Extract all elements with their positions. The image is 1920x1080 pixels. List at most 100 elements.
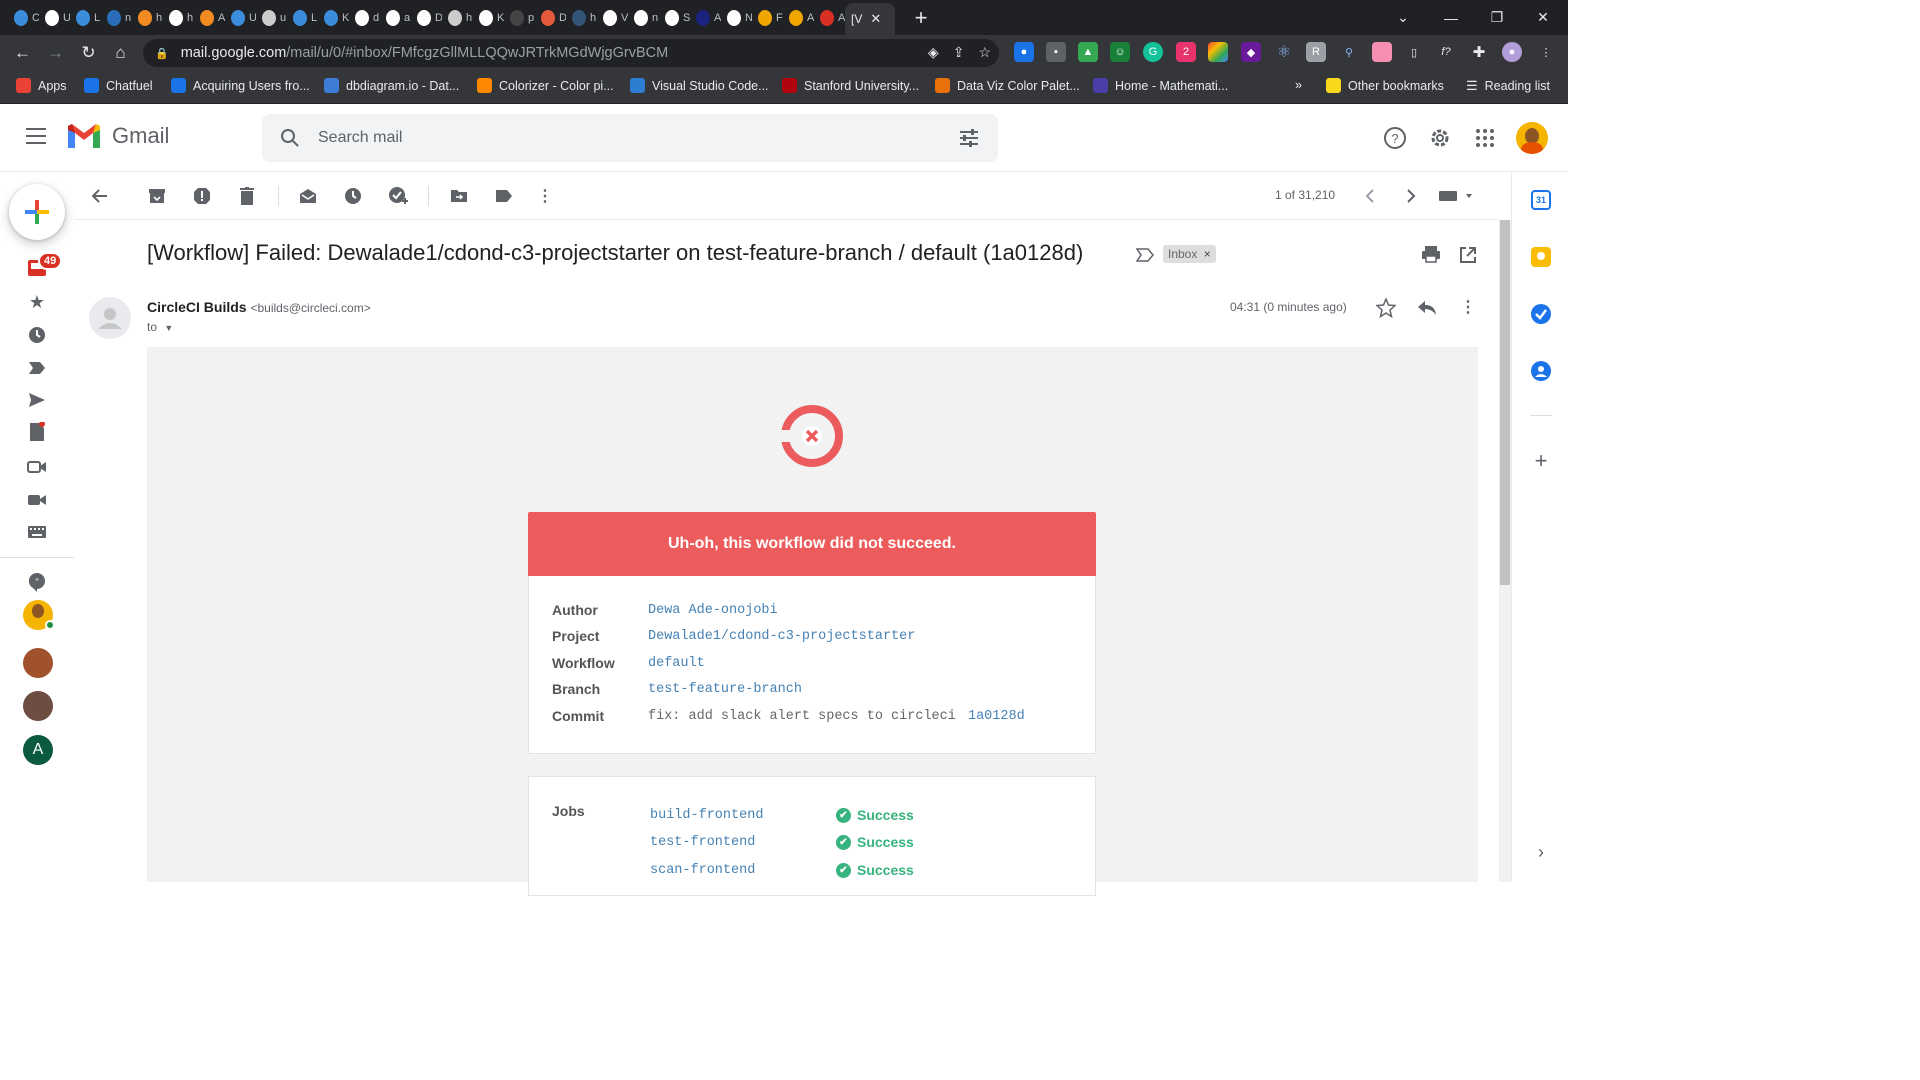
browser-tab[interactable]: F: [752, 3, 783, 33]
browser-tab[interactable]: U: [39, 3, 70, 33]
address-bar[interactable]: 🔒 mail.google.com/mail/u/0/#inbox/FMfcgz…: [143, 39, 999, 67]
formula-icon[interactable]: f?: [1436, 42, 1456, 62]
reply-icon[interactable]: [1417, 300, 1437, 316]
print-icon[interactable]: [1421, 245, 1441, 263]
browser-tab[interactable]: h: [442, 3, 473, 33]
inbox-label-chip[interactable]: Inbox ×: [1163, 245, 1216, 263]
browser-tab[interactable]: h: [163, 3, 194, 33]
project-link[interactable]: Dewalade1/cdond-c3-projectstarter: [648, 629, 915, 644]
job-name-link[interactable]: scan-frontend: [650, 863, 755, 878]
bookmark-item[interactable]: Visual Studio Code...: [630, 78, 769, 93]
show-side-panel-chevron-icon[interactable]: ›: [1531, 842, 1551, 862]
reading-list-button[interactable]: ☰ Reading list: [1466, 78, 1550, 94]
commit-hash-link[interactable]: 1a0128d: [968, 709, 1025, 724]
add-to-tasks-icon[interactable]: [388, 186, 408, 206]
account-avatar[interactable]: [1516, 122, 1548, 154]
bookmark-item[interactable]: Acquiring Users fro...: [171, 78, 310, 93]
open-in-new-window-icon[interactable]: [1459, 246, 1477, 264]
starred-icon[interactable]: ★: [27, 292, 47, 312]
extension-icon[interactable]: ☺: [1110, 42, 1130, 62]
help-icon[interactable]: ?: [1383, 126, 1407, 150]
browser-tab[interactable]: D: [411, 3, 442, 33]
colorizer-icon[interactable]: [1208, 42, 1228, 62]
meet-new-meeting-icon[interactable]: [27, 457, 47, 477]
snooze-icon[interactable]: [343, 186, 363, 206]
older-message-icon[interactable]: [1401, 186, 1421, 206]
archive-icon[interactable]: [147, 186, 167, 206]
react-devtools-icon[interactable]: ⚛: [1274, 42, 1294, 62]
contacts-icon[interactable]: [1531, 361, 1551, 381]
branch-link[interactable]: test-feature-branch: [648, 682, 802, 697]
close-window-button[interactable]: ✕: [1520, 0, 1566, 35]
browser-tab[interactable]: u: [256, 3, 287, 33]
snoozed-icon[interactable]: [27, 325, 47, 345]
forward-icon[interactable]: →: [39, 39, 72, 67]
workflow-link[interactable]: default: [648, 656, 705, 671]
browser-tab[interactable]: a: [380, 3, 411, 33]
get-addons-plus-icon[interactable]: +: [1531, 450, 1551, 472]
compose-button[interactable]: [9, 184, 65, 240]
browser-tab[interactable]: A: [783, 3, 814, 33]
hangouts-icon[interactable]: ": [27, 572, 47, 592]
importance-marker-icon[interactable]: [1136, 248, 1154, 262]
browser-tab[interactable]: V: [597, 3, 628, 33]
bookmark-item[interactable]: Chatfuel: [84, 78, 153, 93]
search-options-icon[interactable]: [958, 128, 980, 148]
browser-tab[interactable]: K: [473, 3, 504, 33]
grammarly-icon[interactable]: G: [1143, 42, 1163, 62]
bookmark-star-icon[interactable]: ☆: [978, 44, 991, 61]
extension-icon[interactable]: 2: [1176, 42, 1196, 62]
remove-label-icon[interactable]: ×: [1204, 247, 1211, 261]
browser-tab[interactable]: K: [318, 3, 349, 33]
extension-icon[interactable]: ⚲: [1339, 42, 1359, 62]
extension-icon[interactable]: ◆: [1241, 42, 1261, 62]
back-to-inbox-icon[interactable]: [90, 186, 110, 206]
browser-menu-icon[interactable]: ⋮: [1536, 42, 1556, 62]
drafts-icon[interactable]: [27, 422, 47, 442]
browser-tab[interactable]: h: [566, 3, 597, 33]
meet-join-icon[interactable]: [27, 490, 47, 510]
browser-tab[interactable]: C: [8, 3, 39, 33]
message-more-icon[interactable]: ⋮: [1460, 297, 1476, 317]
extension-icon[interactable]: R: [1306, 42, 1326, 62]
browser-tab[interactable]: A: [194, 3, 225, 33]
extension-icon[interactable]: [1372, 42, 1392, 62]
profile-avatar-icon[interactable]: ●: [1502, 42, 1522, 62]
job-name-link[interactable]: test-frontend: [650, 835, 755, 850]
browser-tab[interactable]: S: [659, 3, 690, 33]
extension-icon[interactable]: ▲: [1078, 42, 1098, 62]
browser-tab[interactable]: h: [132, 3, 163, 33]
tab-search-icon[interactable]: ⌄: [1380, 0, 1426, 35]
browser-tab[interactable]: D: [535, 3, 566, 33]
browser-tab[interactable]: A: [814, 3, 845, 33]
search-bar[interactable]: Search mail: [262, 114, 998, 162]
move-to-icon[interactable]: [449, 186, 469, 206]
browser-tab[interactable]: n: [628, 3, 659, 33]
browser-tab[interactable]: n: [101, 3, 132, 33]
search-input[interactable]: Search mail: [318, 129, 402, 147]
delete-icon[interactable]: [237, 186, 257, 206]
newer-message-icon[interactable]: [1360, 186, 1380, 206]
job-name-link[interactable]: build-frontend: [650, 808, 763, 823]
chat-contact-avatar[interactable]: [23, 648, 53, 678]
reload-icon[interactable]: ↻: [72, 39, 105, 67]
main-menu-icon[interactable]: [26, 128, 46, 149]
sender-avatar[interactable]: [89, 297, 131, 339]
extension-icon[interactable]: ▯: [1404, 42, 1424, 62]
browser-tab[interactable]: U: [225, 3, 256, 33]
chat-contact-avatar[interactable]: A: [23, 735, 53, 765]
extension-icon[interactable]: ▪: [1046, 42, 1066, 62]
bookmark-item[interactable]: Home - Mathemati...: [1093, 78, 1228, 93]
author-value[interactable]: Dewa Ade-onojobi: [648, 603, 778, 618]
browser-tab[interactable]: A: [690, 3, 721, 33]
extension-icon[interactable]: ●: [1014, 42, 1034, 62]
calendar-icon[interactable]: 31: [1531, 190, 1551, 210]
sent-icon[interactable]: [27, 390, 47, 410]
mark-unread-icon[interactable]: [298, 186, 318, 206]
more-options-icon[interactable]: ⋮: [535, 186, 555, 206]
browser-tab[interactable]: L: [70, 3, 101, 33]
keep-icon[interactable]: [1531, 247, 1551, 267]
bookmark-item[interactable]: Data Viz Color Palet...: [935, 78, 1080, 93]
message-scrollbar-thumb[interactable]: [1500, 220, 1510, 585]
share-icon[interactable]: ⇪: [953, 44, 965, 61]
